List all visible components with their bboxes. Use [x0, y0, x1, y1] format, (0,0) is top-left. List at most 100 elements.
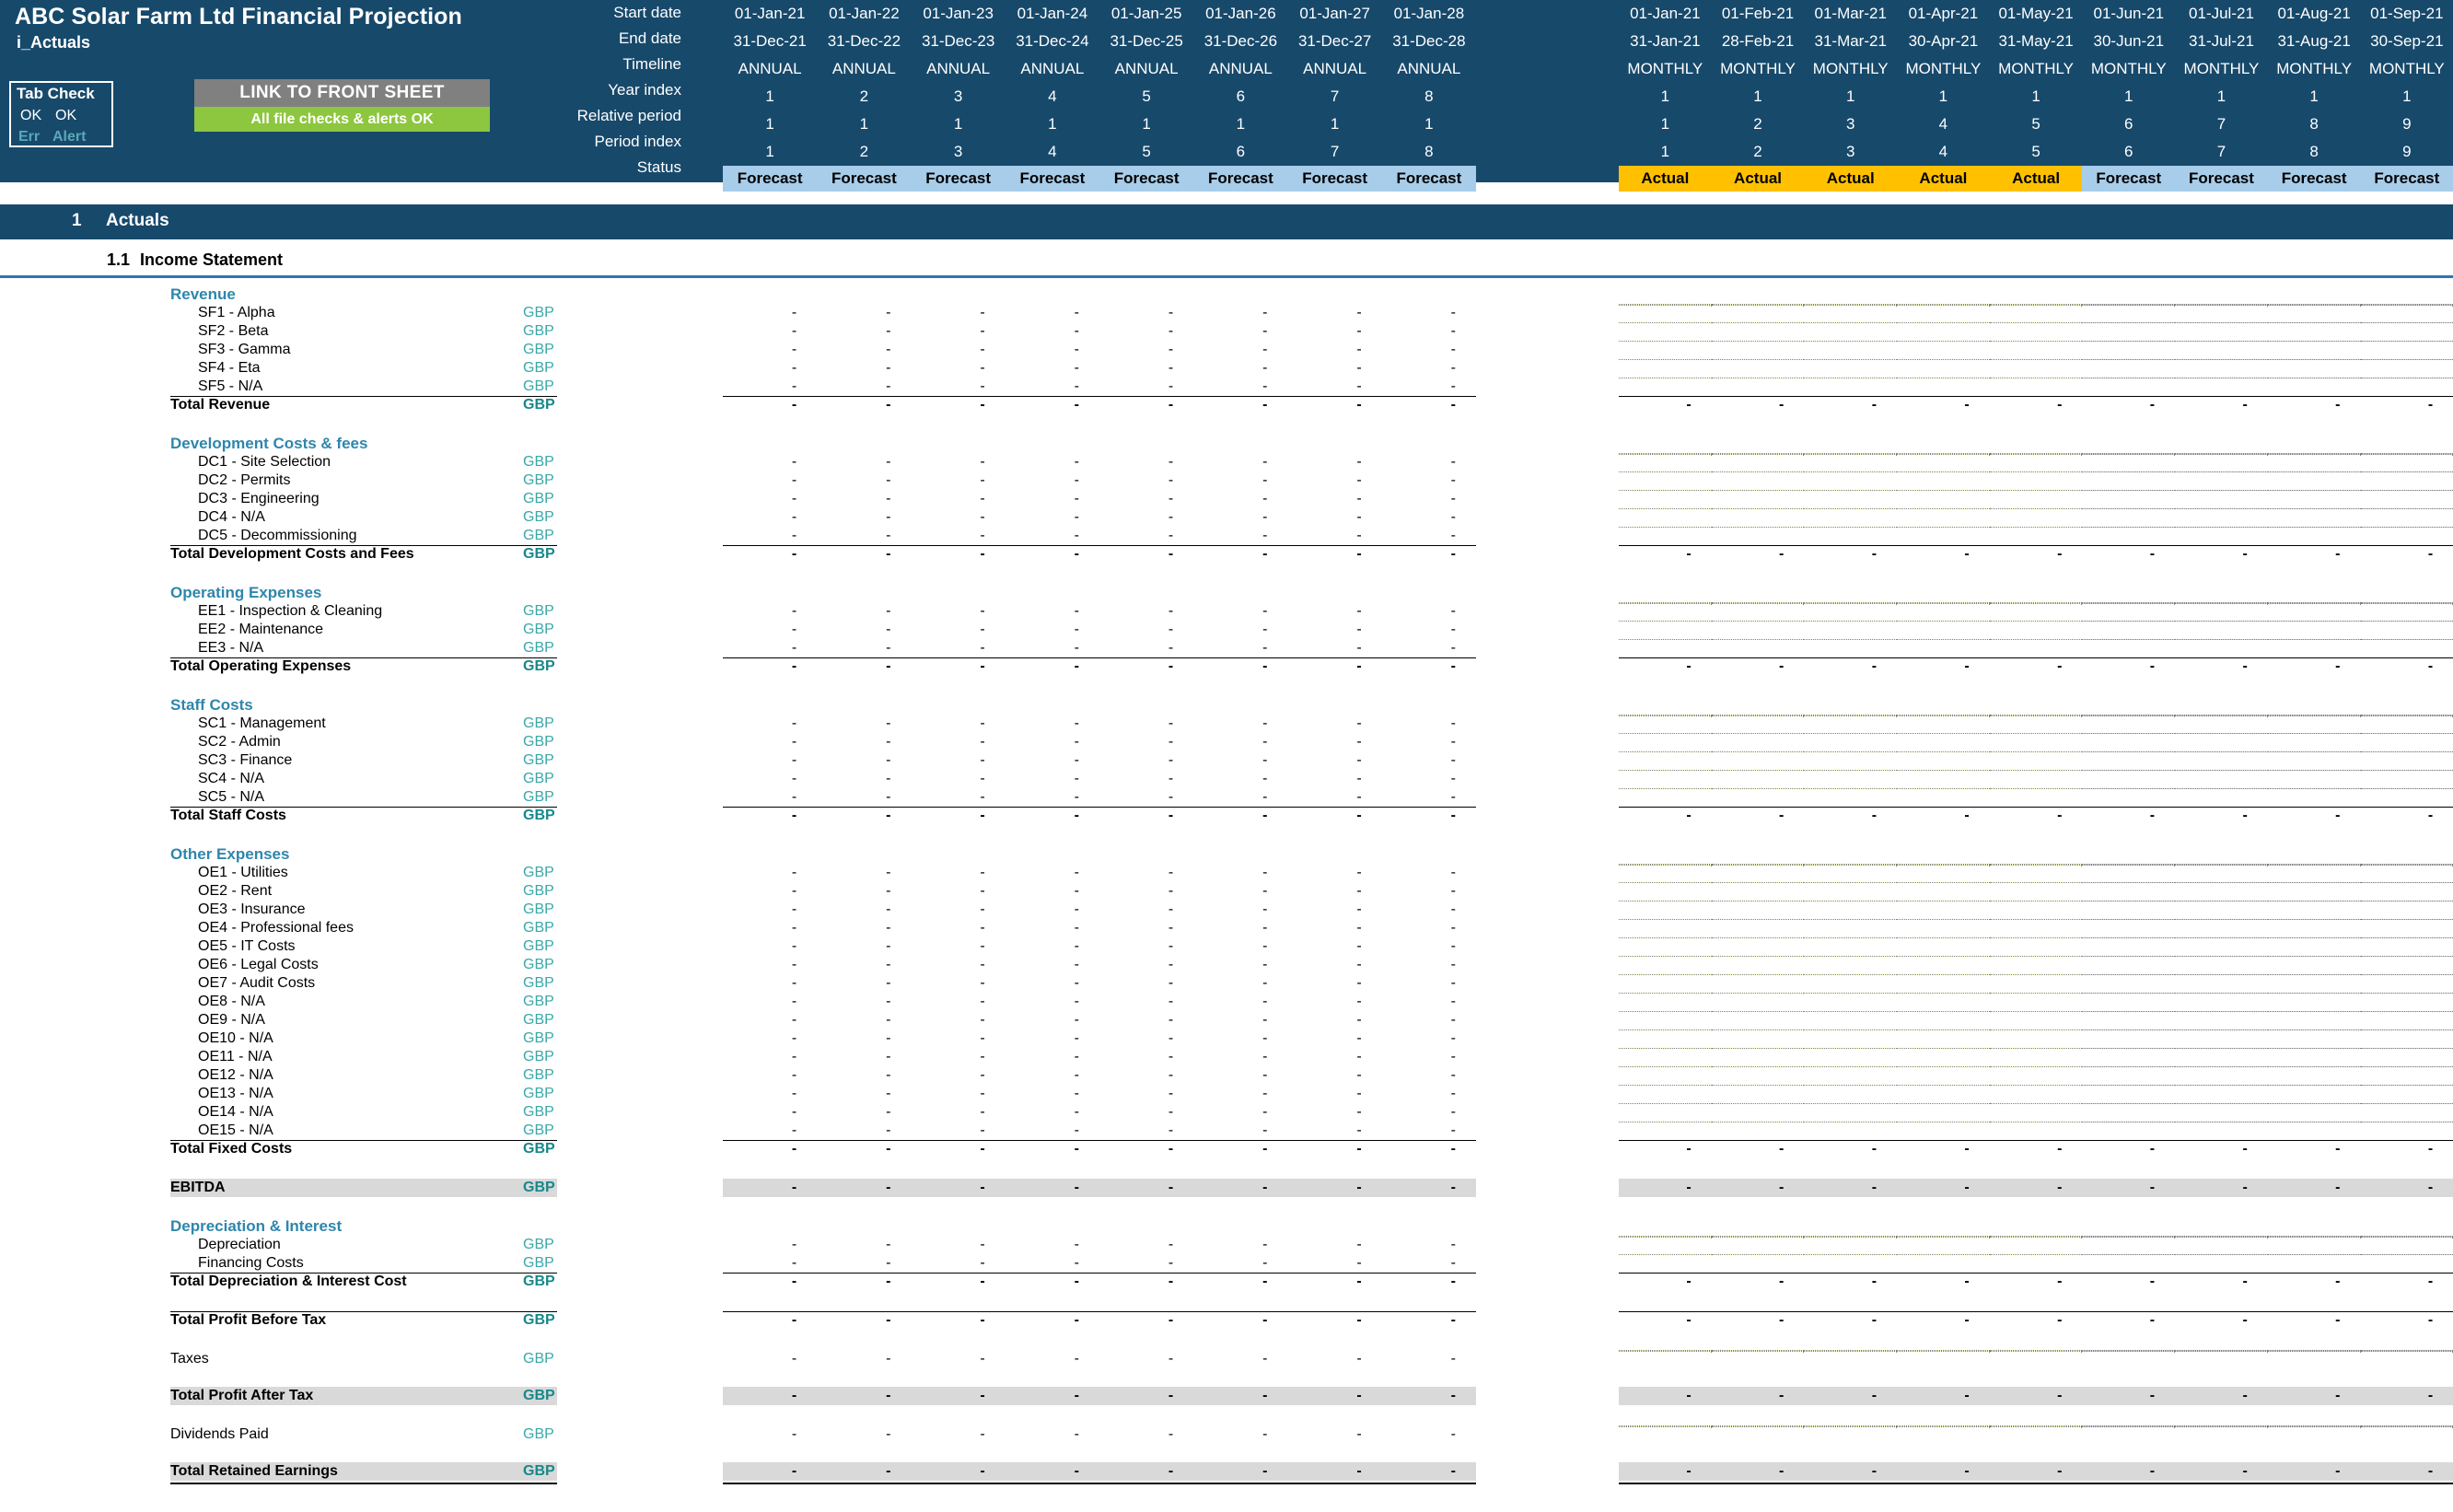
monthly-value-4[interactable]	[1897, 864, 1990, 866]
monthly-value-2[interactable]	[1711, 1048, 1805, 1049]
monthly-value-5[interactable]	[1989, 1048, 2083, 1049]
monthly-value-9[interactable]	[2360, 490, 2453, 491]
monthly-value-1[interactable]	[1619, 937, 1712, 938]
monthly-value-3[interactable]	[1804, 639, 1898, 640]
monthly-value-7[interactable]	[2175, 1066, 2268, 1067]
monthly-value-9[interactable]	[2360, 1011, 2453, 1012]
monthly-value-6[interactable]	[2082, 621, 2176, 622]
monthly-value-9[interactable]	[2360, 882, 2453, 883]
monthly-value-8[interactable]	[2267, 993, 2361, 994]
monthly-value-4[interactable]	[1897, 993, 1990, 994]
monthly-value-8[interactable]	[2267, 602, 2361, 604]
monthly-value-3[interactable]	[1804, 1066, 1898, 1067]
monthly-value-7[interactable]	[2175, 1236, 2268, 1238]
monthly-value-6[interactable]	[2082, 322, 2176, 323]
monthly-value-7[interactable]	[2175, 490, 2268, 491]
monthly-value-3[interactable]	[1804, 733, 1898, 734]
monthly-value-4[interactable]	[1897, 359, 1990, 360]
monthly-value-7[interactable]	[2175, 304, 2268, 306]
monthly-value-6[interactable]	[2082, 1066, 2176, 1067]
monthly-value-9[interactable]	[2360, 527, 2453, 528]
monthly-value-1[interactable]	[1619, 1103, 1712, 1104]
monthly-value-1[interactable]	[1619, 974, 1712, 975]
monthly-value-6[interactable]	[2082, 471, 2176, 472]
monthly-value-3[interactable]	[1804, 1085, 1898, 1086]
monthly-value-5[interactable]	[1989, 304, 2083, 306]
monthly-value-9[interactable]	[2360, 322, 2453, 323]
monthly-value-4[interactable]	[1897, 322, 1990, 323]
monthly-value-1[interactable]	[1619, 621, 1712, 622]
monthly-value-7[interactable]	[2175, 1011, 2268, 1012]
monthly-value-5[interactable]	[1989, 864, 2083, 866]
monthly-value-4[interactable]	[1897, 1066, 1990, 1067]
monthly-value-8[interactable]	[2267, 471, 2361, 472]
monthly-value-5[interactable]	[1989, 956, 2083, 957]
monthly-value-5[interactable]	[1989, 471, 2083, 472]
monthly-value-3[interactable]	[1804, 1011, 1898, 1012]
monthly-value-2[interactable]	[1711, 322, 1805, 323]
monthly-value-7[interactable]	[2175, 359, 2268, 360]
monthly-value-5[interactable]	[1989, 1425, 2083, 1427]
monthly-value-4[interactable]	[1897, 733, 1990, 734]
monthly-value-9[interactable]	[2360, 1254, 2453, 1255]
monthly-value-6[interactable]	[2082, 1236, 2176, 1238]
monthly-value-8[interactable]	[2267, 508, 2361, 509]
monthly-value-4[interactable]	[1897, 602, 1990, 604]
monthly-value-8[interactable]	[2267, 490, 2361, 491]
monthly-value-2[interactable]	[1711, 882, 1805, 883]
monthly-value-1[interactable]	[1619, 919, 1712, 920]
monthly-value-3[interactable]	[1804, 453, 1898, 455]
monthly-value-4[interactable]	[1897, 490, 1990, 491]
monthly-value-7[interactable]	[2175, 864, 2268, 866]
monthly-value-8[interactable]	[2267, 1011, 2361, 1012]
monthly-value-6[interactable]	[2082, 1254, 2176, 1255]
monthly-value-6[interactable]	[2082, 974, 2176, 975]
monthly-value-1[interactable]	[1619, 1029, 1712, 1030]
monthly-value-7[interactable]	[2175, 788, 2268, 789]
monthly-value-6[interactable]	[2082, 1029, 2176, 1030]
monthly-value-9[interactable]	[2360, 359, 2453, 360]
monthly-value-5[interactable]	[1989, 490, 2083, 491]
monthly-value-2[interactable]	[1711, 1254, 1805, 1255]
monthly-value-9[interactable]	[2360, 733, 2453, 734]
monthly-value-4[interactable]	[1897, 788, 1990, 789]
monthly-value-2[interactable]	[1711, 621, 1805, 622]
monthly-value-9[interactable]	[2360, 304, 2453, 306]
monthly-value-8[interactable]	[2267, 341, 2361, 342]
monthly-value-7[interactable]	[2175, 453, 2268, 455]
monthly-value-3[interactable]	[1804, 508, 1898, 509]
monthly-value-1[interactable]	[1619, 359, 1712, 360]
monthly-value-6[interactable]	[2082, 751, 2176, 752]
monthly-value-1[interactable]	[1619, 770, 1712, 771]
link-button-label[interactable]: LINK TO FRONT SHEET	[194, 79, 490, 107]
monthly-value-4[interactable]	[1897, 1085, 1990, 1086]
monthly-value-7[interactable]	[2175, 1350, 2268, 1352]
monthly-value-2[interactable]	[1711, 490, 1805, 491]
monthly-value-5[interactable]	[1989, 1254, 2083, 1255]
monthly-value-4[interactable]	[1897, 1011, 1990, 1012]
monthly-value-1[interactable]	[1619, 322, 1712, 323]
monthly-value-1[interactable]	[1619, 1350, 1712, 1352]
monthly-value-7[interactable]	[2175, 1048, 2268, 1049]
monthly-value-5[interactable]	[1989, 322, 2083, 323]
monthly-value-1[interactable]	[1619, 602, 1712, 604]
monthly-value-7[interactable]	[2175, 993, 2268, 994]
monthly-value-5[interactable]	[1989, 751, 2083, 752]
monthly-value-6[interactable]	[2082, 639, 2176, 640]
monthly-value-8[interactable]	[2267, 359, 2361, 360]
monthly-value-9[interactable]	[2360, 1029, 2453, 1030]
monthly-value-6[interactable]	[2082, 304, 2176, 306]
monthly-value-5[interactable]	[1989, 1011, 2083, 1012]
monthly-value-6[interactable]	[2082, 882, 2176, 883]
monthly-value-5[interactable]	[1989, 919, 2083, 920]
monthly-value-5[interactable]	[1989, 1350, 2083, 1352]
monthly-value-9[interactable]	[2360, 937, 2453, 938]
monthly-value-6[interactable]	[2082, 956, 2176, 957]
monthly-value-9[interactable]	[2360, 1350, 2453, 1352]
monthly-value-9[interactable]	[2360, 341, 2453, 342]
monthly-value-7[interactable]	[2175, 751, 2268, 752]
monthly-value-4[interactable]	[1897, 471, 1990, 472]
monthly-value-2[interactable]	[1711, 733, 1805, 734]
monthly-value-1[interactable]	[1619, 788, 1712, 789]
monthly-value-2[interactable]	[1711, 453, 1805, 455]
